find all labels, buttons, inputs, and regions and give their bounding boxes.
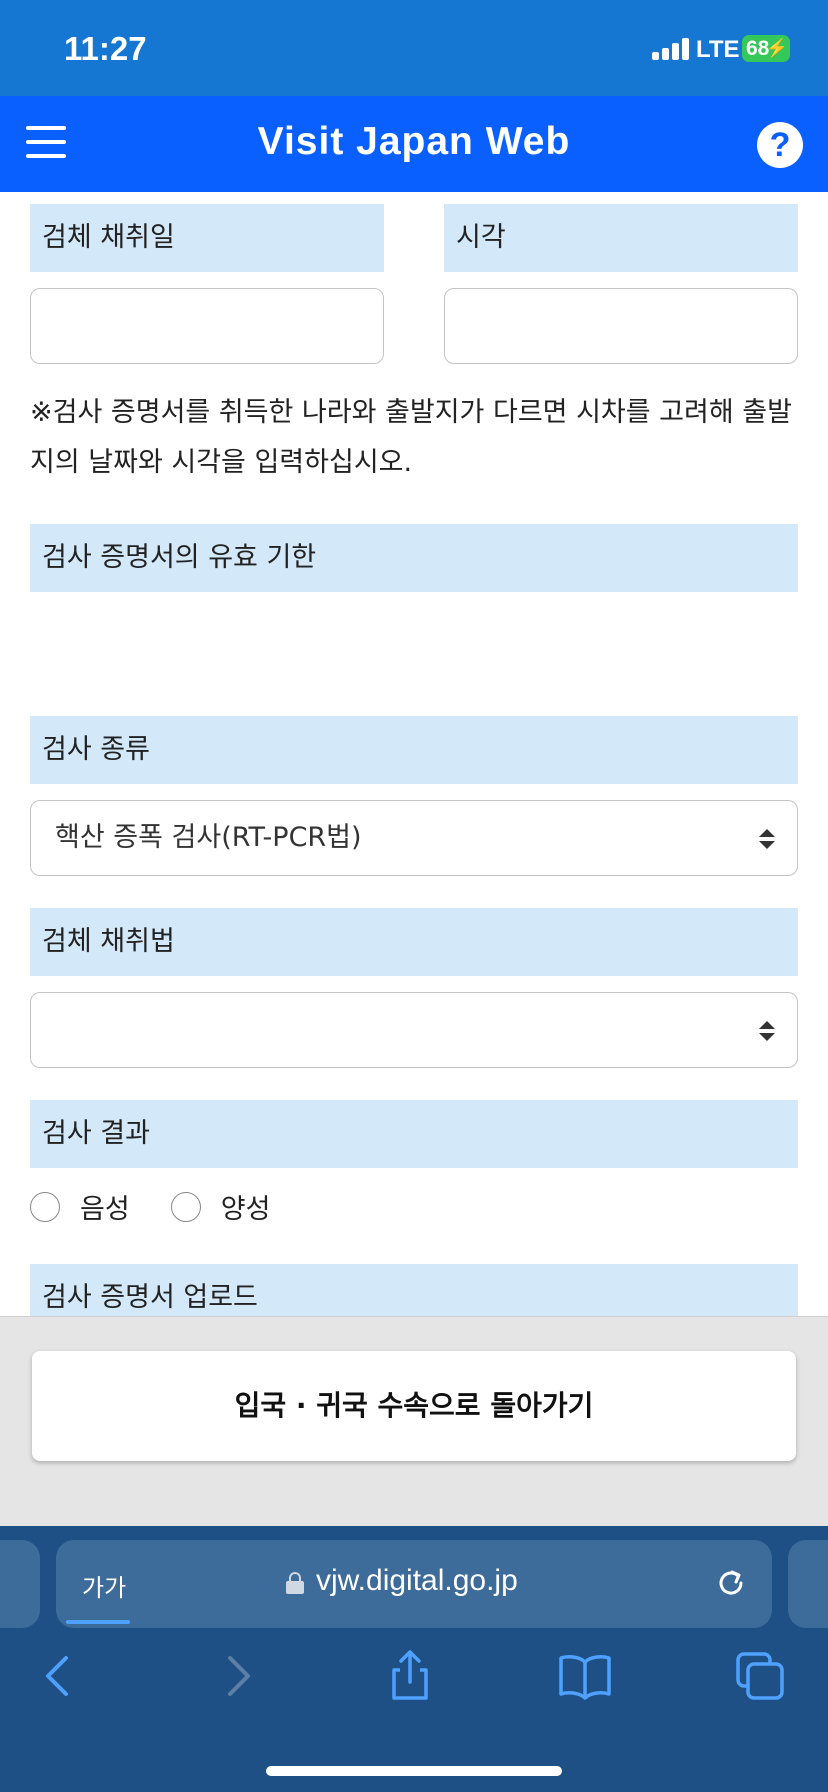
charging-bolt-icon: ⚡ xyxy=(765,38,788,58)
timezone-note: ※검사 증명서를 취득한 나라와 출발지가 다르면 시차를 고려해 출발지의 날… xyxy=(30,397,792,478)
address-bar[interactable]: 가가 vjw.digital.go.jp xyxy=(56,1540,772,1628)
validity-label: 검사 증명서의 유효 기한 xyxy=(30,524,798,592)
tabs-icon[interactable] xyxy=(730,1646,790,1706)
url-text[interactable]: vjw.digital.go.jp xyxy=(316,1564,518,1598)
previous-tab-preview[interactable] xyxy=(0,1540,40,1628)
collection-date-label: 검체 채취일 xyxy=(30,204,384,272)
sample-method-select[interactable] xyxy=(30,992,798,1068)
next-tab-preview[interactable] xyxy=(788,1540,828,1628)
select-arrows-icon xyxy=(759,1021,775,1041)
time-label: 시각 xyxy=(444,204,798,272)
back-icon[interactable] xyxy=(30,1646,90,1706)
test-type-value: 핵산 증폭 검사(RT-PCR법) xyxy=(55,822,362,853)
result-positive-radio[interactable]: 양성 xyxy=(170,1187,271,1226)
result-label: 검사 결과 xyxy=(30,1100,798,1168)
bottom-panel: 입국 · 귀국 수속으로 돌아가기 xyxy=(0,1316,828,1526)
result-positive-label: 양성 xyxy=(220,1194,271,1225)
battery-icon: 68 ⚡ xyxy=(742,35,790,62)
load-progress-indicator xyxy=(66,1620,130,1624)
sample-method-label: 검체 채취법 xyxy=(30,908,798,976)
result-negative-radio[interactable]: 음성 xyxy=(30,1187,130,1226)
page-settings-button[interactable]: 가가 xyxy=(82,1568,126,1603)
result-radio-group: 음성 양성 xyxy=(30,1187,306,1227)
test-type-select[interactable]: 핵산 증폭 검사(RT-PCR법) xyxy=(30,800,798,876)
radio-circle-icon[interactable] xyxy=(30,1191,60,1222)
bookmarks-icon[interactable] xyxy=(555,1646,615,1706)
upload-label: 검사 증명서 업로드 xyxy=(30,1264,798,1316)
test-type-label: 검사 종류 xyxy=(30,716,798,784)
status-bar: 11:27 LTE 68 ⚡ xyxy=(0,0,828,96)
return-to-procedures-button[interactable]: 입국 · 귀국 수속으로 돌아가기 xyxy=(32,1351,796,1461)
time-input[interactable] xyxy=(444,288,798,364)
forward-icon[interactable] xyxy=(206,1646,266,1706)
app-title: Visit Japan Web xyxy=(257,120,571,163)
result-negative-label: 음성 xyxy=(80,1194,130,1225)
form-content[interactable]: 검체 채취일 시각 ※검사 증명서를 취득한 나라와 출발지가 다르면 시차를 … xyxy=(0,192,828,1316)
lock-icon xyxy=(286,1572,304,1594)
help-icon[interactable]: ? xyxy=(757,122,803,168)
status-time: 11:27 xyxy=(64,30,147,67)
app-header: Visit Japan Web ? xyxy=(0,96,828,192)
browser-nav-row xyxy=(0,1646,828,1726)
network-type: LTE xyxy=(696,36,740,63)
cellular-signal-icon xyxy=(652,38,690,60)
radio-circle-icon[interactable] xyxy=(170,1191,201,1222)
reload-icon[interactable] xyxy=(714,1566,748,1600)
home-indicator xyxy=(266,1766,562,1776)
browser-toolbar: 가가 vjw.digital.go.jp xyxy=(0,1526,828,1792)
share-icon[interactable] xyxy=(380,1646,440,1706)
collection-date-input[interactable] xyxy=(30,288,384,364)
select-arrows-icon xyxy=(759,829,775,849)
